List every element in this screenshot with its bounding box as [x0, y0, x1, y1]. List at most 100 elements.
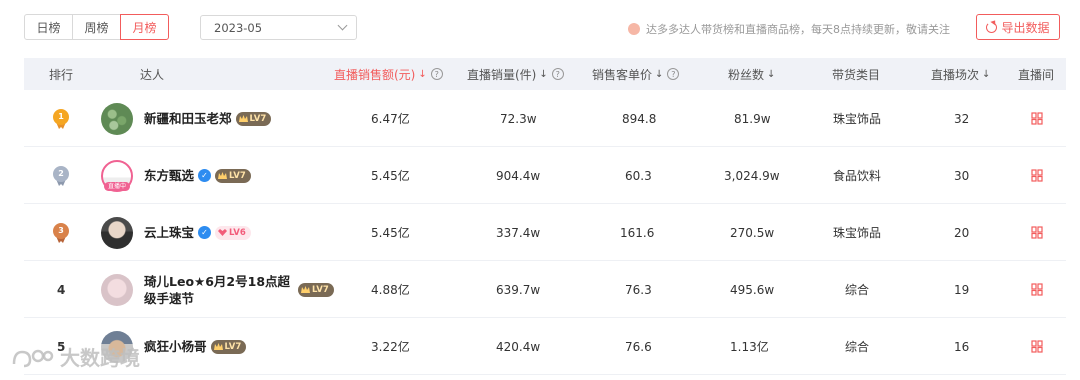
col-fans[interactable]: 粉丝数 ↓ — [728, 58, 775, 90]
category-cell: 食品饮料 — [833, 169, 882, 183]
table-row[interactable]: 4 琦儿Leo★6月2号18点超 级手速节 LV7 4.88亿 639.7w 7… — [24, 261, 1066, 318]
level-text: LV7 — [229, 170, 246, 181]
gold-medal-icon: 1 — [52, 108, 70, 129]
fans-cell: 270.5w — [730, 225, 775, 240]
period-tabs: 日榜 周榜 月榜 — [24, 14, 169, 40]
export-button[interactable]: 导出数据 — [976, 14, 1060, 40]
unit-price-cell: 76.6 — [625, 339, 652, 354]
fans-cell: 1.13亿 — [730, 340, 769, 354]
unit-price-cell: 76.3 — [625, 282, 652, 297]
streamer-cell[interactable]: 新疆和田玉老郑 LV7 — [101, 90, 272, 147]
live-room-cell[interactable] — [1031, 204, 1043, 261]
update-notice: 达多多达人带货榜和直播商品榜，每天8点持续更新，敬请关注 — [628, 21, 950, 37]
avatar[interactable] — [101, 102, 133, 135]
unit-price-cell: 161.6 — [620, 225, 655, 240]
streamer-name[interactable]: 东方甄选 — [144, 167, 194, 184]
rank-number: 3 — [53, 222, 69, 239]
tab-daily[interactable]: 日榜 — [24, 14, 73, 40]
sessions-cell: 19 — [954, 282, 970, 297]
category-cell: 珠宝饰品 — [833, 112, 882, 126]
col-streamer-label: 达人 — [140, 67, 165, 82]
help-icon[interactable]: ? — [667, 68, 680, 80]
streamer-cell[interactable]: 云上珠宝 ✓ LV6 — [101, 204, 251, 261]
col-sessions-label: 直播场次 — [931, 67, 980, 82]
live-room-icon[interactable] — [1031, 169, 1043, 182]
table-row[interactable]: 3 云上珠宝 ✓ LV6 5.45亿 337.4w 161.6 270.5w 珠… — [24, 204, 1066, 261]
sort-desc-icon[interactable]: ↓ — [982, 69, 990, 80]
streamer-cell[interactable]: 直播中 东方甄选 ✓ LV7 — [101, 147, 251, 204]
tab-weekly[interactable]: 周榜 — [72, 14, 121, 40]
streamer-name[interactable]: 琦儿Leo★6月2号18点超 级手速节 — [144, 273, 294, 307]
sales-volume-cell: 904.4w — [496, 168, 541, 183]
col-sales-amount-label: 直播销售额(元) — [334, 67, 416, 82]
col-sales-amount[interactable]: 直播销售额(元) ↓ ? — [334, 58, 443, 90]
fans-cell: 495.6w — [730, 282, 775, 297]
live-room-icon[interactable] — [1031, 112, 1043, 125]
col-live-room-label: 直播间 — [1018, 67, 1055, 82]
sort-desc-icon[interactable]: ↓ — [539, 69, 547, 80]
sales-volume-cell: 72.3w — [500, 111, 537, 126]
sort-desc-icon[interactable]: ↓ — [655, 69, 663, 80]
level-text: LV7 — [312, 284, 329, 295]
date-select[interactable]: 2023-05 — [200, 15, 357, 40]
streamer-name[interactable]: 云上珠宝 — [144, 224, 194, 241]
sales-volume-cell: 639.7w — [496, 282, 541, 297]
col-unit-price-label: 销售客单价 — [592, 67, 653, 82]
live-room-cell[interactable] — [1031, 318, 1043, 375]
rank-number: 2 — [53, 165, 69, 182]
col-fans-label: 粉丝数 — [728, 67, 765, 82]
export-refresh-icon — [986, 21, 998, 33]
streamer-name[interactable]: 新疆和田玉老郑 — [144, 110, 232, 127]
col-live-room: 直播间 — [1018, 58, 1054, 90]
sales-amount-cell: 5.45亿 — [371, 226, 410, 240]
level-text: LV6 — [229, 227, 246, 238]
live-room-cell[interactable] — [1031, 90, 1043, 147]
live-room-icon[interactable] — [1031, 283, 1043, 296]
help-icon[interactable]: ? — [430, 68, 443, 80]
level-badge: LV7 — [210, 339, 247, 354]
notice-text: 达多多达人带货榜和直播商品榜，每天8点持续更新，敬请关注 — [646, 23, 950, 36]
level-text: LV7 — [249, 113, 267, 124]
tab-monthly[interactable]: 月榜 — [120, 14, 169, 40]
verified-check-icon: ✓ — [198, 169, 212, 182]
live-room-cell[interactable] — [1031, 261, 1043, 318]
live-room-icon[interactable] — [1031, 226, 1043, 239]
sessions-cell: 20 — [954, 225, 970, 240]
col-sessions[interactable]: 直播场次 ↓ — [931, 58, 990, 90]
col-unit-price[interactable]: 销售客单价 ↓ ? — [592, 58, 680, 90]
streamer-name-line1: 琦儿Leo★6月2号18点超 — [144, 273, 291, 289]
sessions-cell: 16 — [954, 339, 970, 354]
rank-number: 4 — [57, 282, 66, 297]
streamer-name[interactable]: 疯狂小杨哥 — [144, 338, 207, 355]
col-category-label: 带货类目 — [832, 67, 881, 82]
level-badge: LV7 — [235, 111, 272, 126]
live-room-cell[interactable] — [1031, 147, 1043, 204]
info-dot-icon — [628, 23, 640, 35]
sort-desc-icon[interactable]: ↓ — [767, 69, 775, 80]
avatar[interactable] — [101, 216, 133, 249]
col-sales-volume[interactable]: 直播销量(件) ↓ ? — [467, 58, 564, 90]
col-sales-volume-label: 直播销量(件) — [467, 67, 537, 82]
avatar[interactable] — [101, 273, 133, 306]
sessions-cell: 30 — [954, 168, 970, 183]
table-row[interactable]: 5 疯狂小杨哥 LV7 3.22亿 420.4w 76.6 1.13亿 综合 1… — [24, 318, 1066, 375]
sort-desc-icon[interactable]: ↓ — [418, 69, 426, 80]
watermark-text: 大数跨境 — [60, 346, 140, 370]
col-streamer: 达人 — [140, 58, 164, 90]
toolbar: 日榜 周榜 月榜 2023-05 达多多达人带货榜和直播商品榜，每天8点持续更新… — [24, 14, 1066, 42]
avatar[interactable]: 直播中 — [101, 159, 133, 192]
silver-medal-icon: 2 — [52, 165, 70, 186]
sales-amount-cell: 3.22亿 — [371, 340, 410, 354]
streamer-name-line2: 级手速节 — [144, 290, 195, 306]
export-label: 导出数据 — [1001, 20, 1050, 35]
table-row[interactable]: 2 直播中 东方甄选 ✓ LV7 5.45亿 904.4w 60.3 3,024… — [24, 147, 1066, 204]
ranking-table: 排行 达人 直播销售额(元) ↓ ? 直播销量(件) ↓ ? 销售客单价 ↓ ?… — [24, 58, 1066, 375]
live-room-icon[interactable] — [1031, 340, 1043, 353]
streamer-cell[interactable]: 琦儿Leo★6月2号18点超 级手速节 LV7 — [101, 261, 334, 318]
table-header: 排行 达人 直播销售额(元) ↓ ? 直播销量(件) ↓ ? 销售客单价 ↓ ?… — [24, 58, 1066, 90]
rank-cell: 4 — [57, 261, 65, 318]
help-icon[interactable]: ? — [551, 68, 564, 80]
live-status-badge: 直播中 — [104, 181, 130, 191]
table-row[interactable]: 1 新疆和田玉老郑 LV7 6.47亿 72.3w 894.8 81.9w 珠宝… — [24, 90, 1066, 147]
unit-price-cell: 60.3 — [625, 168, 652, 183]
